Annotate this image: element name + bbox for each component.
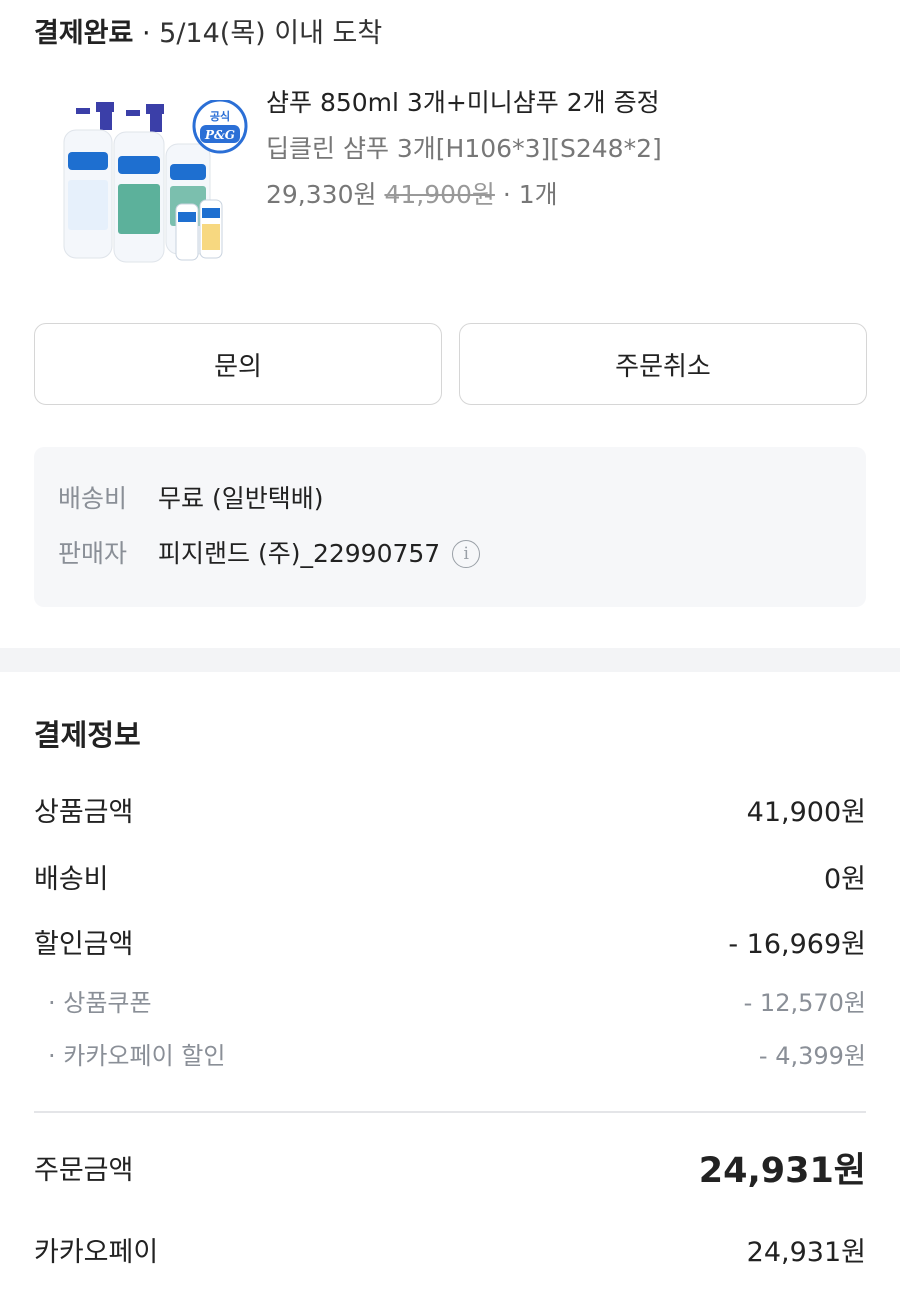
order-total-label: 주문금액 xyxy=(34,1155,134,1186)
payment-method-value: 24,931원 xyxy=(746,1237,866,1268)
product-price: 29,330원 xyxy=(266,180,377,209)
order-total-row: 주문금액 24,931원 xyxy=(34,1148,866,1194)
shipping-fee-row: 배송비 무료 (일반택배) xyxy=(58,482,323,516)
payment-separator xyxy=(34,1111,866,1113)
info-icon[interactable]: i xyxy=(452,540,481,568)
order-status: 결제완료 xyxy=(34,18,134,49)
original-price: 41,900원 xyxy=(384,180,495,209)
kakaopay-discount-value: - 4,399원 xyxy=(758,1042,866,1070)
product-amount-row: 상품금액 41,900원 xyxy=(34,795,866,831)
arrival-date: 5/14(목) 이내 도착 xyxy=(159,18,383,49)
payment-method-label: 카카오페이 xyxy=(34,1237,159,1268)
seller-label: 판매자 xyxy=(58,539,128,568)
shipping-amount-value: 0원 xyxy=(823,864,866,895)
product-option: 딥클린 샴푸 3개[H106*3][S248*2] xyxy=(266,134,662,163)
discount-amount-row: 할인금액 - 16,969원 xyxy=(34,927,866,963)
payment-method-row: 카카오페이 24,931원 xyxy=(34,1235,866,1271)
badge-official: 공식 xyxy=(210,109,230,123)
kakaopay-discount-row: · 카카오페이 할인 - 4,399원 xyxy=(34,1038,866,1074)
shipping-amount-row: 배송비 0원 xyxy=(34,862,866,898)
shipping-fee-label: 배송비 xyxy=(58,484,128,513)
product-amount-value: 41,900원 xyxy=(746,797,866,828)
product-amount-label: 상품금액 xyxy=(34,797,134,828)
coupon-discount-label: · 상품쿠폰 xyxy=(48,989,152,1017)
product-quantity: · 1개 xyxy=(502,180,558,209)
cancel-order-button[interactable]: 주문취소 xyxy=(459,323,867,405)
inquiry-button[interactable]: 문의 xyxy=(34,323,442,405)
product-info: 샴푸 850ml 3개+미니샴푸 2개 증정 딥클린 샴푸 3개[H106*3]… xyxy=(266,86,662,212)
shipping-fee-value: 무료 (일반택배) xyxy=(158,484,324,513)
status-separator: · xyxy=(141,18,151,49)
product-item[interactable]: 공식 P&G 샴푸 850ml 3개+미니샴푸 2개 증정 딥클린 샴푸 3개[… xyxy=(34,86,866,276)
product-name[interactable]: 샴푸 850ml 3개+미니샴푸 2개 증정 xyxy=(266,86,662,120)
shipping-info-box: 배송비 무료 (일반택배) 판매자 피지랜드 (주)_22990757 i xyxy=(34,447,866,607)
seller-value: 피지랜드 (주)_22990757 xyxy=(158,539,441,568)
order-status-header: 결제완료 · 5/14(목) 이내 도착 xyxy=(34,14,382,54)
shipping-amount-label: 배송비 xyxy=(34,864,109,895)
kakaopay-discount-label: · 카카오페이 할인 xyxy=(48,1042,226,1070)
section-divider xyxy=(0,648,900,672)
coupon-discount-value: - 12,570원 xyxy=(743,989,866,1017)
discount-amount-label: 할인금액 xyxy=(34,929,134,960)
discount-amount-value: - 16,969원 xyxy=(728,929,866,960)
product-price-row: 29,330원 41,900원 · 1개 xyxy=(266,178,662,212)
payment-info-title: 결제정보 xyxy=(34,718,141,752)
coupon-discount-row: · 상품쿠폰 - 12,570원 xyxy=(34,985,866,1021)
product-image: 공식 P&G xyxy=(63,100,248,263)
order-total-value: 24,931원 xyxy=(698,1151,866,1191)
badge-brand: P&G xyxy=(204,128,235,142)
seller-row: 판매자 피지랜드 (주)_22990757 i xyxy=(58,537,481,571)
